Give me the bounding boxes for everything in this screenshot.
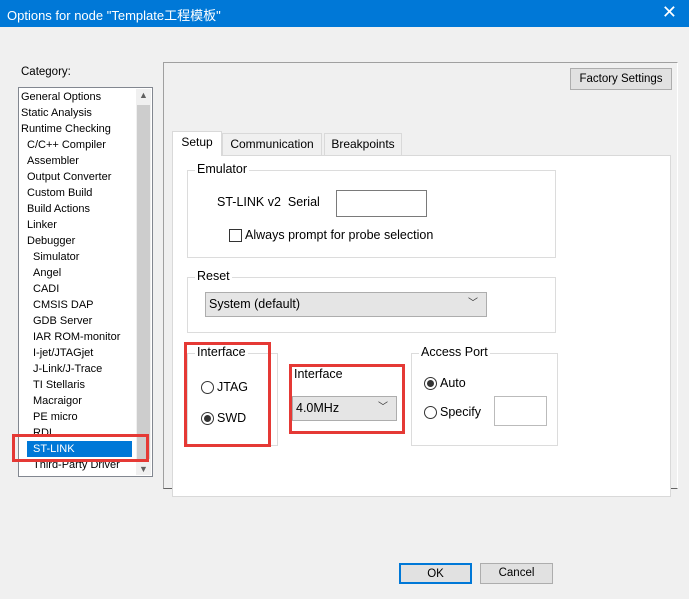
category-item[interactable]: C/C++ Compiler bbox=[27, 137, 106, 153]
chevron-down-icon: ﹀ bbox=[468, 298, 478, 309]
serial-input[interactable] bbox=[336, 190, 427, 217]
reset-legend: Reset bbox=[195, 269, 232, 283]
category-item[interactable]: GDB Server bbox=[33, 313, 92, 329]
category-item[interactable]: Linker bbox=[27, 217, 57, 233]
category-item[interactable]: Static Analysis bbox=[21, 105, 92, 121]
specify-label: Specify bbox=[440, 405, 481, 419]
category-item[interactable]: J-Link/J-Trace bbox=[33, 361, 102, 377]
reset-value: System (default) bbox=[209, 297, 301, 311]
always-prompt-label: Always prompt for probe selection bbox=[245, 228, 434, 242]
specify-radio[interactable] bbox=[424, 406, 437, 419]
cancel-button[interactable]: Cancel bbox=[480, 563, 553, 584]
ok-button[interactable]: OK bbox=[399, 563, 472, 584]
window-title: Options for node "Template工程模板" bbox=[7, 8, 221, 23]
category-item[interactable]: TI Stellaris bbox=[33, 377, 85, 393]
category-item[interactable]: Runtime Checking bbox=[21, 121, 111, 137]
highlight-box bbox=[184, 342, 271, 447]
category-item[interactable]: CMSIS DAP bbox=[33, 297, 94, 313]
tab-setup[interactable]: Setup bbox=[172, 131, 222, 156]
emulator-legend: Emulator bbox=[195, 162, 250, 176]
always-prompt-checkbox[interactable] bbox=[229, 229, 242, 242]
scrollbar[interactable]: ▲ ▼ bbox=[136, 89, 151, 475]
auto-radio[interactable] bbox=[424, 377, 437, 390]
scrollbar-thumb[interactable] bbox=[137, 105, 150, 459]
tab-breakpoints[interactable]: Breakpoints bbox=[324, 133, 402, 155]
category-list[interactable]: Third-Party Driver ST-LINK RDI PE micro Macr… bbox=[18, 87, 153, 477]
specify-input[interactable] bbox=[494, 396, 547, 426]
reset-select[interactable]: System (default) ﹀ bbox=[205, 292, 487, 317]
tab-communication[interactable]: Communication bbox=[222, 133, 322, 155]
auto-label: Auto bbox=[440, 376, 466, 390]
factory-settings-button[interactable]: Factory Settings bbox=[570, 68, 672, 90]
category-item[interactable]: Angel bbox=[33, 265, 61, 281]
category-item[interactable]: Macraigor bbox=[33, 393, 82, 409]
scroll-down-icon[interactable]: ▼ bbox=[136, 464, 151, 474]
category-item[interactable]: Output Converter bbox=[27, 169, 111, 185]
scroll-up-icon[interactable]: ▲ bbox=[136, 90, 151, 100]
category-label: Category: bbox=[21, 66, 71, 78]
category-item[interactable]: Debugger bbox=[27, 233, 75, 249]
title-bar: Options for node "Template工程模板" ✕ bbox=[0, 0, 689, 27]
probe-label: ST-LINK v2 Serial bbox=[217, 195, 320, 209]
highlight-box bbox=[12, 434, 149, 462]
close-icon[interactable]: ✕ bbox=[662, 2, 677, 23]
category-item[interactable]: Simulator bbox=[33, 249, 79, 265]
highlight-box bbox=[289, 364, 405, 434]
category-item[interactable]: PE micro bbox=[33, 409, 78, 425]
category-item[interactable]: General Options bbox=[21, 89, 101, 105]
category-item[interactable]: CADI bbox=[33, 281, 59, 297]
category-item[interactable]: I-jet/JTAGjet bbox=[33, 345, 93, 361]
access-port-legend: Access Port bbox=[419, 345, 490, 359]
category-item[interactable]: Build Actions bbox=[27, 201, 90, 217]
category-item[interactable]: Custom Build bbox=[27, 185, 92, 201]
category-item[interactable]: IAR ROM-monitor bbox=[33, 329, 120, 345]
category-item[interactable]: Assembler bbox=[27, 153, 79, 169]
